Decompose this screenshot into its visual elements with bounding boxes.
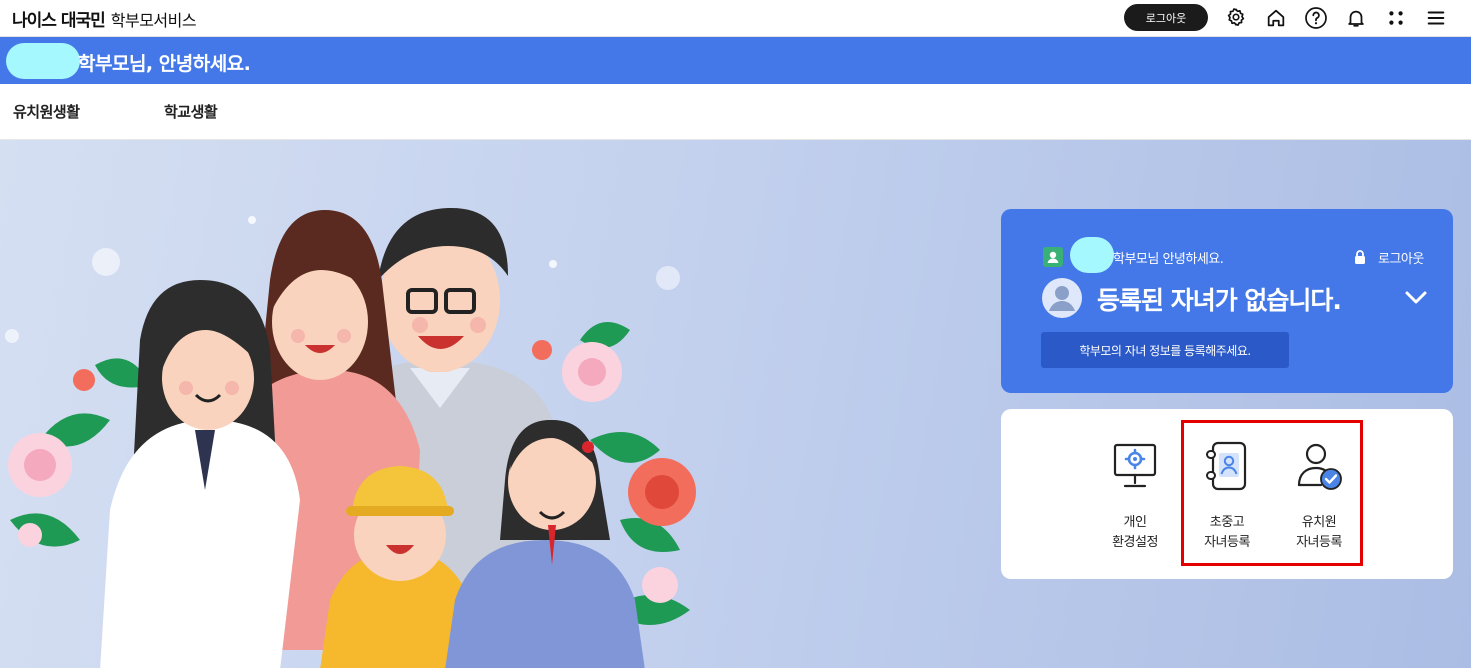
menu-item-school-child-register[interactable]: 초중고 자녀등록: [1185, 439, 1269, 554]
bell-icon[interactable]: [1344, 6, 1368, 30]
greeting-text: 학부모님, 안녕하세요.: [78, 53, 251, 75]
monitor-settings-icon: [1113, 443, 1157, 488]
menu-item-kindergarten-child-register[interactable]: 유치원 자녀등록: [1277, 439, 1361, 554]
lock-icon: [1355, 250, 1365, 264]
parent-badge-icon: [1043, 247, 1063, 267]
menu-label-line2: 환경설정: [1112, 535, 1158, 550]
top-bar: 나이스 대국민 학부모서비스 로그아웃: [0, 0, 1471, 37]
logout-button[interactable]: 로그아웃: [1124, 4, 1208, 31]
help-icon[interactable]: [1304, 6, 1328, 30]
menu-label-line1: 초중고: [1209, 515, 1245, 530]
home-icon[interactable]: [1264, 6, 1288, 30]
apps-icon[interactable]: [1384, 6, 1408, 30]
brand-service-name: 학부모서비스: [110, 11, 197, 30]
menu-item-personal-settings[interactable]: 개인 환경설정: [1093, 439, 1177, 554]
greeting-bar: 학부모님, 안녕하세요.: [0, 37, 1471, 84]
redacted-user-name: [6, 43, 80, 79]
no-child-title: 등록된 자녀가 없습니다.: [1097, 286, 1342, 315]
contact-book-icon: [1206, 441, 1247, 491]
card-greeting-text: 학부모님 안녕하세요.: [1113, 252, 1224, 267]
brand-logo[interactable]: 나이스 대국민 학부모서비스: [12, 6, 197, 31]
quick-menu-card: 개인 환경설정 초중고 자녀등록 유치원 자녀등록: [1001, 409, 1453, 579]
person-check-icon: [1297, 443, 1342, 490]
card-logout-link[interactable]: 로그아웃: [1378, 248, 1424, 267]
menu-label-line2: 자녀등록: [1296, 535, 1342, 550]
register-child-info-button[interactable]: 학부모의 자녀 정보를 등록해주세요.: [1041, 332, 1289, 368]
redacted-user-name: [1070, 237, 1114, 273]
main-nav: 유치원생활 학교생활: [0, 84, 1471, 140]
child-info-card: 학부모님 안녕하세요. 로그아웃 등록된 자녀가 없습니다. 학부모의 자녀 정…: [1001, 209, 1453, 393]
gear-icon[interactable]: [1224, 6, 1248, 30]
menu-label-line1: 유치원: [1301, 515, 1337, 530]
menu-icon[interactable]: [1424, 6, 1448, 30]
avatar-icon: [1042, 278, 1082, 318]
nav-item-kindergarten-life[interactable]: 유치원생활: [13, 101, 80, 122]
menu-label-line1: 개인: [1123, 515, 1147, 530]
chevron-down-icon[interactable]: [1403, 287, 1429, 307]
brand-name: 나이스 대국민: [12, 11, 106, 31]
menu-label-line2: 자녀등록: [1204, 535, 1250, 550]
nav-item-school-life[interactable]: 학교생활: [164, 101, 218, 122]
